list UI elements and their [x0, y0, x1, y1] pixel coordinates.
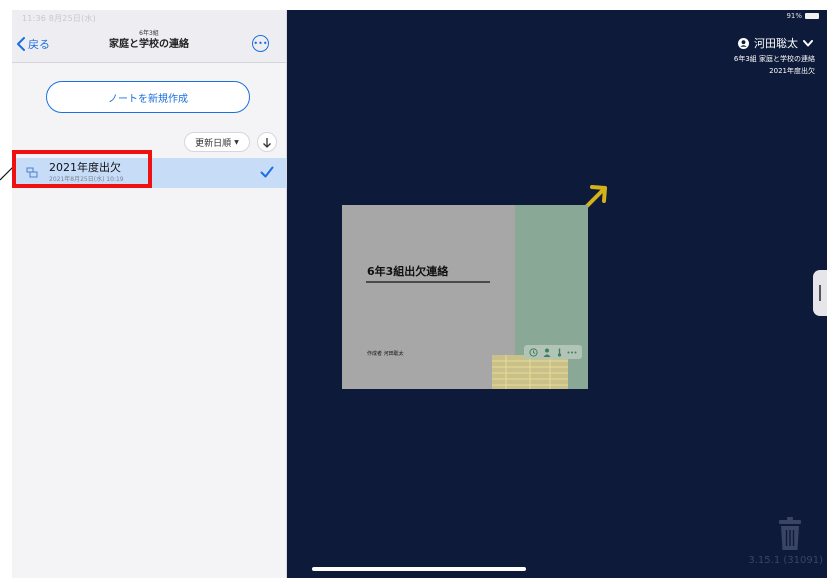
sort-direction-button[interactable]	[257, 132, 277, 152]
home-indicator	[312, 567, 526, 571]
drawer-handle-icon	[819, 285, 821, 301]
app-window: 11:36 8月25日(水) 戻る 6年3組 家庭と学校の連絡 ••• ノートを…	[12, 10, 827, 578]
note-list-item[interactable]: 2021年度出欠 2021年8月25日(水) 10:19	[12, 158, 286, 188]
chevron-down-icon	[803, 39, 813, 46]
preview-author: 作成者 河田聡太	[367, 351, 404, 357]
checkmark-icon	[260, 166, 274, 178]
nav-bar: 11:36 8月25日(水) 戻る 6年3組 家庭と学校の連絡 •••	[12, 10, 286, 63]
version-label: 3.15.1 (31091)	[748, 555, 823, 566]
back-button[interactable]: 戻る	[16, 35, 50, 53]
new-note-button[interactable]: ノートを新規作成	[46, 81, 250, 113]
class-label: 6年3組 家庭と学校の連絡	[733, 55, 815, 63]
more-button[interactable]: •••	[252, 35, 269, 52]
nav-subtitle: 6年3組	[139, 30, 159, 37]
ellipsis-circle-icon: •••	[253, 38, 268, 48]
battery-icon	[805, 13, 819, 19]
arrow-down-icon	[263, 137, 271, 148]
current-note-label: 2021年度出欠	[769, 67, 815, 75]
chevron-left-icon	[17, 37, 25, 51]
preview-title-underline	[366, 281, 490, 283]
preview-title: 6年3組出欠連絡	[367, 265, 449, 278]
drawer-handle[interactable]	[813, 270, 827, 316]
thermometer-icon	[557, 348, 561, 357]
back-label: 戻る	[28, 38, 50, 51]
clock-icon	[529, 347, 538, 357]
status-time: 11:36 8月25日(水)	[22, 14, 96, 23]
battery-percent: 91%	[786, 12, 802, 20]
note-title: 2021年度出欠	[49, 161, 121, 174]
note-icon	[26, 167, 38, 178]
nav-title: 6年3組 家庭と学校の連絡	[94, 30, 204, 52]
trash-icon[interactable]	[777, 517, 803, 551]
preview-toolbar	[524, 345, 582, 359]
note-date: 2021年8月25日(水) 10:19	[49, 176, 124, 183]
note-preview-card[interactable]: 6年3組出欠連絡 作成者 河田聡太	[342, 205, 588, 389]
status-battery: 91%	[786, 12, 819, 20]
note-list-panel: 11:36 8月25日(水) 戻る 6年3組 家庭と学校の連絡 ••• ノートを…	[12, 10, 287, 578]
table-thumbnail-icon	[492, 355, 568, 389]
user-name: 河田聡太	[754, 37, 798, 50]
page-title: 家庭と学校の連絡	[109, 39, 189, 50]
person-icon	[543, 348, 551, 357]
user-menu[interactable]: 河田聡太	[738, 35, 813, 51]
sort-order-label: 更新日順	[195, 138, 232, 149]
caret-down-icon: ▼	[234, 138, 239, 146]
ellipsis-icon	[567, 351, 577, 353]
sort-order-dropdown[interactable]: 更新日順 ▼	[184, 132, 250, 152]
user-circle-icon	[738, 37, 749, 49]
